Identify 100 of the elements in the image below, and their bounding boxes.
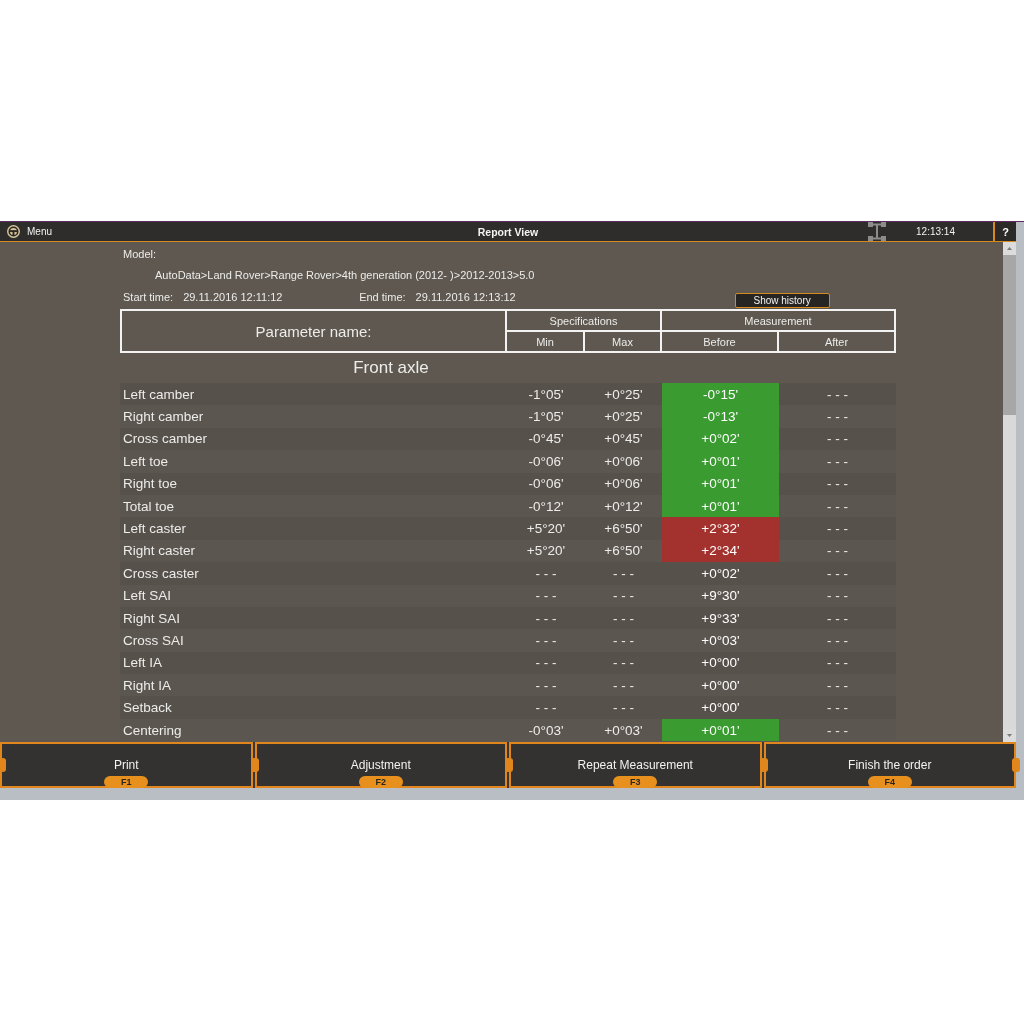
after-value: - - - <box>827 409 848 425</box>
before-value: +0°01' <box>662 472 779 495</box>
max-value: +6°50' <box>604 543 643 559</box>
after-value: - - - <box>827 633 848 648</box>
parameter-name: Cross camber <box>123 431 208 447</box>
min-value: -0°06' <box>528 476 564 492</box>
show-history-button[interactable]: Show history <box>734 292 830 308</box>
after-value: - - - <box>827 386 848 402</box>
function-key-badge: F2 <box>358 776 403 788</box>
section-title: Front axle <box>353 358 429 378</box>
side-tab-icon <box>0 758 6 772</box>
min-value: +5°20' <box>526 521 566 537</box>
function-key-badge: F3 <box>613 776 658 788</box>
min-value: - - - <box>535 565 557 581</box>
column-header: Specifications <box>507 311 660 330</box>
parameter-name: Cross SAI <box>123 633 184 648</box>
before-value: +9°33' <box>701 610 740 626</box>
min-value: -0°06' <box>528 453 564 469</box>
clock-time: 12:13:14 <box>916 226 955 237</box>
parameter-name: Centering <box>123 722 182 738</box>
side-tab-icon <box>505 758 513 772</box>
model-label: Model: <box>123 248 157 260</box>
parameter-name: Left camber <box>123 386 195 402</box>
max-value: - - - <box>613 610 634 626</box>
after-value: - - - <box>827 498 848 514</box>
parameter-name: Total toe <box>123 498 175 514</box>
function-key-badge: F1 <box>104 776 149 788</box>
max-value: - - - <box>613 677 634 693</box>
max-value: - - - <box>613 565 634 581</box>
parameter-name: Left toe <box>123 453 169 469</box>
after-value: - - - <box>827 677 848 693</box>
parameter-name: Right IA <box>123 677 172 693</box>
menu-button[interactable]: Menu <box>7 225 52 238</box>
min-value: - - - <box>535 610 557 626</box>
parameter-name: Left SAI <box>123 588 172 604</box>
after-value: - - - <box>827 565 848 581</box>
column-header: Max <box>585 332 660 351</box>
function-button[interactable]: Adjustment F2 <box>254 742 507 788</box>
max-value: +0°06' <box>604 476 643 492</box>
min-value: -0°03' <box>528 722 564 738</box>
before-value: +2°34' <box>662 539 779 563</box>
before-value: +0°00' <box>701 677 740 693</box>
max-value: +0°25' <box>604 386 643 402</box>
parameter-name: Right camber <box>123 409 204 425</box>
parameter-name: Right SAI <box>123 610 181 626</box>
start-time-label: Start time: <box>123 291 174 303</box>
before-value: -0°13' <box>662 405 779 428</box>
end-time-label: End time: <box>359 291 406 303</box>
parameter-name: Right toe <box>123 476 178 492</box>
before-value: +0°01' <box>662 494 779 518</box>
after-value: - - - <box>827 655 848 671</box>
max-value: +0°25' <box>604 409 643 425</box>
column-header: Measurement <box>662 311 894 330</box>
column-header: Before <box>662 332 777 351</box>
model-path: AutoData>Land Rover>Range Rover>4th generation (2012- )>2012-2013>5.0 <box>155 269 535 281</box>
side-tab-icon <box>1012 758 1020 772</box>
before-value: +0°00' <box>701 700 740 716</box>
min-value: - - - <box>535 677 557 693</box>
parameter-name: Left caster <box>123 521 187 537</box>
scrollbar-thumb[interactable] <box>1003 255 1016 415</box>
max-value: - - - <box>613 655 634 671</box>
after-value: - - - <box>827 543 848 559</box>
after-value: - - - <box>827 453 848 469</box>
after-value: - - - <box>827 521 848 537</box>
max-value: - - - <box>613 633 634 648</box>
column-header: Parameter name: <box>122 311 505 351</box>
min-value: -0°12' <box>528 498 564 514</box>
before-value: +0°03' <box>701 633 740 648</box>
min-value: -1°05' <box>528 386 564 402</box>
start-time-value: 29.11.2016 12:11:12 <box>183 291 283 303</box>
min-value: - - - <box>535 700 557 716</box>
steering-wheel-icon <box>7 225 20 238</box>
parameter-name: Cross caster <box>123 565 199 581</box>
function-button[interactable]: Print F1 <box>0 742 253 788</box>
max-value: - - - <box>613 588 634 604</box>
before-value: +0°02' <box>701 565 740 581</box>
min-value: - - - <box>535 633 557 648</box>
before-value: +0°01' <box>662 450 779 473</box>
min-value: - - - <box>535 588 557 604</box>
parameter-name: Left IA <box>123 655 163 671</box>
before-value: +0°00' <box>701 655 740 671</box>
before-value: +9°30' <box>701 588 740 604</box>
min-value: -0°45' <box>528 431 564 447</box>
after-value: - - - <box>827 476 848 492</box>
max-value: +0°03' <box>604 722 643 738</box>
max-value: +6°50' <box>604 521 643 537</box>
max-value: +0°45' <box>604 431 643 447</box>
end-time-value: 29.11.2016 12:13:12 <box>415 291 516 303</box>
after-value: - - - <box>827 700 848 716</box>
max-value: +0°06' <box>604 453 643 469</box>
min-value: -1°05' <box>528 409 564 425</box>
after-value: - - - <box>827 588 848 604</box>
column-header: Min <box>507 332 583 351</box>
window-title: Report View <box>477 225 539 238</box>
before-value: +2°32' <box>662 517 779 540</box>
before-value: +0°02' <box>662 427 779 451</box>
after-value: - - - <box>827 722 848 738</box>
after-value: - - - <box>827 610 848 626</box>
before-value: +0°01' <box>662 718 779 742</box>
max-value: - - - <box>613 700 634 716</box>
